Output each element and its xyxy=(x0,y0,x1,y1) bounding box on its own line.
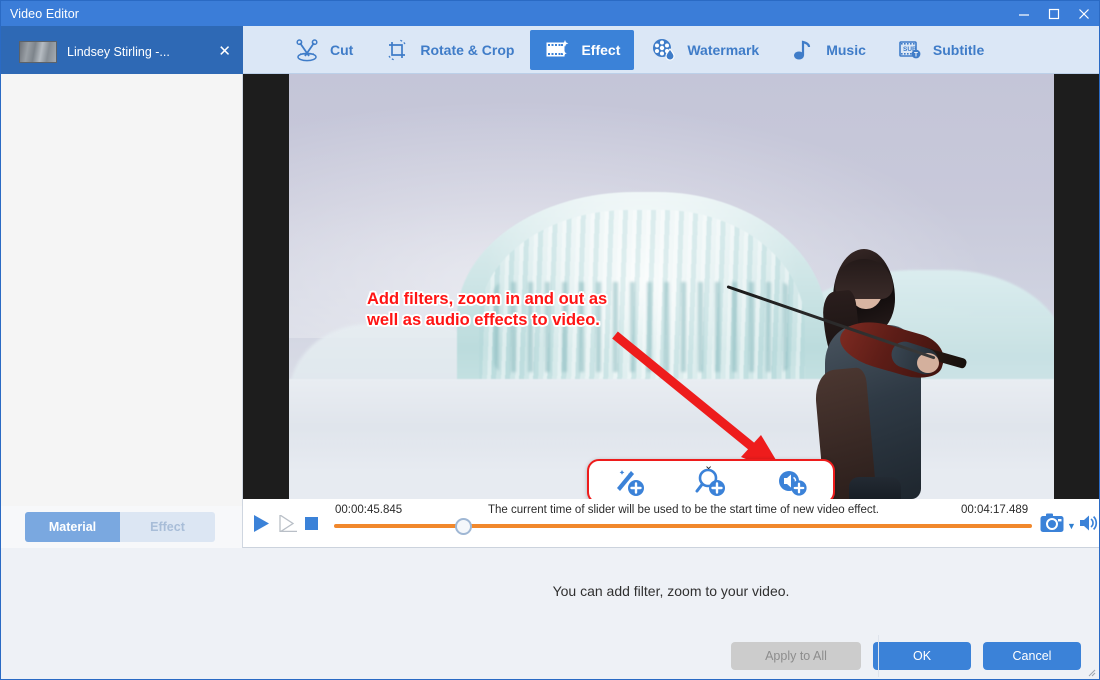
apply-to-all-button[interactable]: Apply to All xyxy=(731,642,861,670)
svg-text:T: T xyxy=(914,51,918,58)
title-bar: Video Editor xyxy=(1,1,1099,26)
add-audio-button[interactable] xyxy=(769,465,815,499)
apply-to-all-label: Apply to All xyxy=(765,649,827,663)
toolbar-item-rotate-crop[interactable]: Rotate & Crop xyxy=(369,30,528,70)
file-tab-strip: Lindsey Stirling -... ✕ xyxy=(1,26,243,74)
sidebar-tab-material[interactable]: Material xyxy=(25,512,120,542)
snapshot-button[interactable] xyxy=(1040,513,1064,538)
stop-button[interactable] xyxy=(305,517,318,530)
ok-button[interactable]: OK xyxy=(873,642,971,670)
sidebar-tab-label: Material xyxy=(48,520,97,534)
toolbar-item-effect[interactable]: Effect xyxy=(530,29,635,70)
cancel-button[interactable]: Cancel xyxy=(983,642,1081,670)
close-icon[interactable]: ✕ xyxy=(218,44,231,59)
toolbar-item-cut[interactable]: Cut xyxy=(279,30,367,70)
toolbar-item-label: Music xyxy=(826,41,866,58)
window-title: Video Editor xyxy=(10,6,80,21)
close-button[interactable] xyxy=(1069,1,1099,26)
video-editor-window: Video Editor Lindsey Stirling -... ✕ Cut… xyxy=(0,0,1100,680)
player-hint-text: The current time of slider will be used … xyxy=(488,504,879,516)
toolbar-item-label: Rotate & Crop xyxy=(420,41,515,58)
toolbar-item-label: Cut xyxy=(330,41,354,58)
footer-divider xyxy=(878,635,879,677)
annotation-text: Add filters, zoom in and out as well as … xyxy=(367,290,608,330)
progress-slider-thumb[interactable] xyxy=(455,518,472,535)
progress-slider-track[interactable] xyxy=(334,524,1032,528)
file-tab-label: Lindsey Stirling -... xyxy=(67,44,170,59)
add-filter-button[interactable] xyxy=(607,465,653,499)
sidebar-tab-bar: Material Effect xyxy=(1,506,243,548)
video-frame: Add filters, zoom in and out as well as … xyxy=(289,74,1054,499)
dialog-footer: Apply to All OK Cancel xyxy=(1,633,1099,679)
file-thumbnail xyxy=(19,40,57,63)
main-toolbar: Cut Rotate & Crop Effect Watermark Music… xyxy=(243,26,1099,74)
chevron-down-icon[interactable]: ⌄ xyxy=(704,461,713,472)
ok-label: OK xyxy=(912,649,932,663)
volume-button[interactable] xyxy=(1079,514,1099,537)
scissors-icon xyxy=(293,36,321,64)
video-preview-area[interactable]: Add filters, zoom in and out as well as … xyxy=(243,74,1099,499)
total-time-label: 00:04:17.489 xyxy=(961,504,1029,516)
step-forward-button[interactable] xyxy=(279,513,299,537)
file-tab[interactable]: Lindsey Stirling -... ✕ xyxy=(1,29,243,74)
maximize-button[interactable] xyxy=(1039,1,1069,26)
cancel-label: Cancel xyxy=(1012,649,1052,663)
material-list-panel xyxy=(1,74,243,506)
resize-grip-icon[interactable] xyxy=(1086,667,1096,677)
snapshot-dropdown-caret[interactable]: ▼ xyxy=(1067,521,1076,531)
toolbar-item-label: Watermark xyxy=(687,41,760,58)
sidebar-tab-effect[interactable]: Effect xyxy=(120,512,215,542)
sidebar-tab-label: Effect xyxy=(150,520,185,534)
toolbar-item-watermark[interactable]: Watermark xyxy=(636,30,773,70)
play-button[interactable] xyxy=(253,515,270,537)
minimize-button[interactable] xyxy=(1009,1,1039,26)
film-drop-icon xyxy=(650,36,678,64)
toolbar-item-music[interactable]: Music xyxy=(775,30,880,70)
bottom-message: You can add filter, zoom to your video. xyxy=(552,582,790,599)
film-star-icon xyxy=(544,36,572,64)
music-note-icon xyxy=(789,36,817,64)
window-controls xyxy=(1009,1,1099,26)
bottom-message-panel: You can add filter, zoom to your video. xyxy=(243,548,1099,633)
subtitle-icon: SUB T xyxy=(896,36,924,64)
current-time-label: 00:00:45.845 xyxy=(335,504,403,516)
player-control-bar: 00:00:45.845 The current time of slider … xyxy=(243,499,1099,548)
toolbar-item-subtitle[interactable]: SUB T Subtitle xyxy=(882,30,998,70)
toolbar-item-label: Subtitle xyxy=(932,41,985,58)
toolbar-item-label: Effect xyxy=(581,41,621,58)
crop-icon xyxy=(383,36,411,64)
